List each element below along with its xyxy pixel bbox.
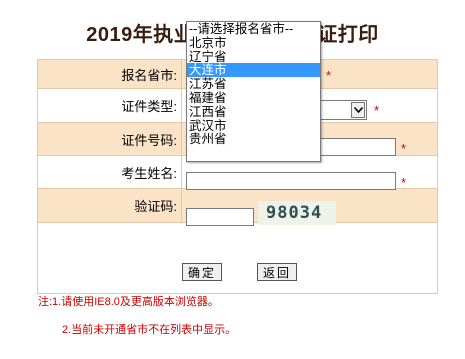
province-option[interactable]: 武汉市 xyxy=(187,119,320,133)
captcha-input[interactable] xyxy=(186,208,254,226)
province-option-selected[interactable]: 大连市 xyxy=(187,63,320,77)
province-label: 报名省市: xyxy=(37,59,182,89)
province-option[interactable]: 江西省 xyxy=(187,105,320,119)
note-line-2: 2.当前未开通省市不在列表中显示。 xyxy=(62,324,237,336)
captcha-label: 验证码: xyxy=(37,188,182,223)
province-required-mark: * xyxy=(326,68,332,83)
province-option[interactable]: --请选择报名省市-- xyxy=(187,22,320,36)
province-option[interactable]: 辽宁省 xyxy=(187,50,320,64)
province-option[interactable]: 福建省 xyxy=(187,91,320,105)
id-type-required-mark: * xyxy=(374,103,380,118)
id-type-label: 证件类型: xyxy=(37,88,182,123)
note-line-1: 注:1.请使用IE8.0及更高版本浏览器。 xyxy=(38,296,219,308)
name-input[interactable] xyxy=(186,172,396,190)
province-dropdown-list[interactable]: --请选择报名省市-- 北京市 辽宁省 大连市 江苏省 福建省 江西省 武汉市 … xyxy=(186,21,321,162)
name-required-mark: * xyxy=(401,175,407,190)
actions-row xyxy=(37,222,438,294)
province-option[interactable]: 北京市 xyxy=(187,36,320,50)
province-option[interactable]: 贵州省 xyxy=(187,132,320,146)
chevron-down-icon[interactable] xyxy=(351,102,365,118)
province-option[interactable]: 江苏省 xyxy=(187,77,320,91)
id-number-required-mark: * xyxy=(401,141,407,156)
id-number-label: 证件号码: xyxy=(37,122,182,156)
back-button[interactable]: 返回 xyxy=(257,263,297,281)
confirm-button[interactable]: 确定 xyxy=(182,263,222,281)
captcha-image[interactable]: 98034 xyxy=(258,201,336,225)
actions-cell xyxy=(37,222,438,294)
name-label: 考生姓名: xyxy=(37,155,182,189)
